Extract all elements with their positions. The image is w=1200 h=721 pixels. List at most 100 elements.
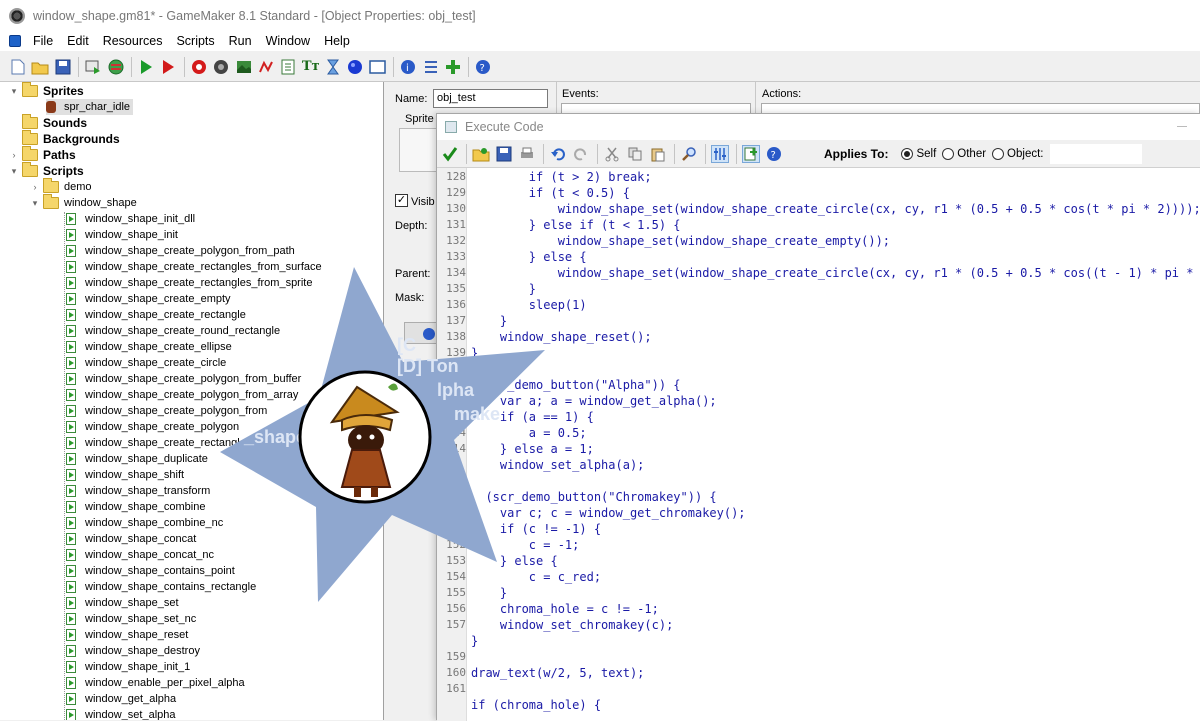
script-icon [66,629,76,641]
script-icon [66,501,76,513]
code-line[interactable]: } [471,634,478,648]
copy-icon[interactable] [626,145,644,163]
tree-script-item[interactable]: window_shape_destroy [66,643,200,659]
visible-checkbox[interactable]: ✓ [395,194,408,207]
find-icon[interactable] [680,145,698,163]
code-line[interactable]: window_set_chromakey(c); [471,618,673,632]
tree-script-item[interactable]: window_shape_init_dll [66,211,195,227]
menu-scripts[interactable]: Scripts [170,34,220,48]
code-line[interactable]: if (chroma_hole) { [471,698,601,712]
star-splash-overlay: [C [D] Ton lpha make _shape [220,267,545,602]
menu-edit[interactable]: Edit [61,34,95,48]
tree-script-item[interactable]: window_shape_set_nc [66,611,196,627]
star-text-2: [D] Ton [397,356,459,376]
actions-label: Actions: [762,88,802,100]
publish-icon[interactable] [84,58,102,76]
load-icon[interactable] [472,145,490,163]
timeline-icon[interactable] [324,58,342,76]
tree-script-item[interactable]: window_set_alpha [66,707,176,720]
tree-script-item[interactable]: window_shape_transform [66,483,210,499]
menu-window[interactable]: Window [260,34,316,48]
tree-script-item[interactable]: window_shape_shift [66,467,184,483]
folder-icon [43,194,59,209]
tree-window-shape[interactable]: ▾ window_shape [30,194,137,211]
object-select[interactable] [1050,143,1143,164]
tree-script-item[interactable]: window_get_alpha [66,691,176,707]
open-icon[interactable] [31,58,49,76]
save-icon[interactable] [54,58,72,76]
tree-paths[interactable]: › Paths [9,146,76,163]
globe-icon[interactable] [107,58,125,76]
tree-script-item[interactable]: window_enable_per_pixel_alpha [66,675,245,691]
background-icon[interactable] [235,58,253,76]
expand-icon[interactable]: › [9,150,19,160]
tree-spr-char-idle[interactable]: spr_char_idle [46,99,134,115]
tree-sounds[interactable]: Sounds [22,114,87,131]
tree-script-item[interactable]: window_shape_combine [66,499,205,515]
tree-scripts[interactable]: ▾ Scripts [9,162,84,179]
code-line[interactable]: draw_text(w/2, 5, text); [471,666,644,680]
paste-icon[interactable] [649,145,667,163]
code-settings-icon[interactable] [711,144,729,163]
script-icon[interactable] [279,58,297,76]
tree-script-item[interactable]: window_shape_init_1 [66,659,190,675]
tree-script-item[interactable]: window_shape_duplicate [66,451,208,467]
name-field[interactable]: obj_test [433,89,548,108]
sprite-icon[interactable] [190,58,208,76]
room-icon[interactable] [369,58,387,76]
tree-script-item[interactable]: window_shape_set [66,595,179,611]
tree-script-item[interactable]: window_shape_concat [66,531,196,547]
code-line[interactable]: if (t < 0.5) { [471,186,630,200]
font-icon[interactable]: Tт [302,58,320,76]
script-icon [66,517,76,529]
menu-help[interactable]: Help [318,34,356,48]
tree-demo[interactable]: › demo [30,178,92,195]
collapse-icon[interactable]: ▾ [9,86,19,96]
menu-run[interactable]: Run [223,34,258,48]
code-help-icon[interactable]: ? [765,145,783,163]
tree-script-item[interactable]: window_shape_init [66,227,178,243]
collapse-icon[interactable]: ▾ [30,198,40,208]
script-icon [66,341,76,353]
tree-backgrounds[interactable]: Backgrounds [22,130,120,147]
system-menu-icon[interactable] [9,35,21,47]
object-icon[interactable] [346,58,364,76]
menu-resources[interactable]: Resources [97,34,169,48]
sound-icon[interactable] [212,58,230,76]
tree-script-label: window_shape_init_1 [85,661,191,673]
menu-file[interactable]: File [27,34,59,48]
run-icon[interactable] [137,58,155,76]
other-radio[interactable] [942,147,955,160]
extension-icon[interactable] [444,58,462,76]
cut-icon[interactable] [603,145,621,163]
code-line[interactable]: window_shape_set(window_shape_create_cir… [471,202,1200,216]
code-line[interactable]: } else if (t < 1.5) { [471,218,681,232]
execute-code-titlebar: Execute Code [437,114,1200,140]
minimize-icon[interactable] [1177,126,1187,127]
code-line[interactable]: window_shape_set(window_shape_create_cir… [471,266,1200,280]
other-label: Other [957,147,987,160]
path-icon[interactable] [257,58,275,76]
ok-check-icon[interactable] [441,145,459,163]
script-icon [66,565,76,577]
tree-script-item[interactable]: window_shape_reset [66,627,188,643]
global-settings-icon[interactable] [422,58,440,76]
help-icon[interactable]: ? [474,58,492,76]
expand-icon[interactable]: › [30,182,40,192]
object-radio[interactable] [992,147,1005,160]
self-radio[interactable] [901,147,914,160]
save-code-icon[interactable] [495,145,513,163]
collapse-icon[interactable]: ▾ [9,166,19,176]
new-icon[interactable] [9,58,27,76]
game-info-icon[interactable]: i [399,58,417,76]
tree-sprites[interactable]: ▾ Sprites [9,82,84,99]
debug-icon[interactable] [159,58,177,76]
tree-script-item[interactable]: window_shape_create_polygon_from_path [66,243,295,259]
script-icon [66,581,76,593]
undo-icon[interactable] [549,145,567,163]
code-line[interactable]: if (t > 2) break; [471,170,652,184]
insert-resource-icon[interactable] [742,144,760,163]
redo-icon[interactable] [572,145,590,163]
code-line[interactable]: window_shape_set(window_shape_create_emp… [471,234,890,248]
print-icon[interactable] [518,145,536,163]
